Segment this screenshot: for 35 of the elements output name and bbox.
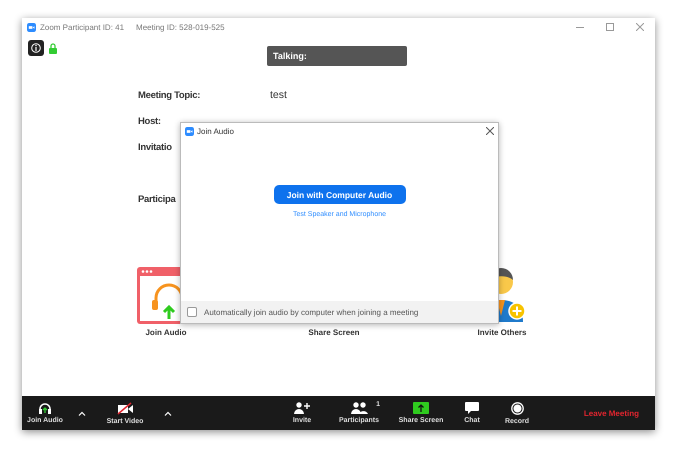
- leave-meeting-button[interactable]: Leave Meeting: [578, 396, 645, 430]
- record-icon: [510, 402, 524, 414]
- close-button[interactable]: [486, 125, 494, 137]
- lock-icon: [49, 42, 57, 54]
- share-screen-icon: [413, 402, 429, 414]
- info-label: Meeting Topic:: [138, 90, 202, 100]
- action-label[interactable]: Share Screen: [308, 328, 360, 337]
- join-computer-audio-button[interactable]: Join with Computer Audio: [274, 185, 406, 204]
- caret-icon: [164, 410, 172, 416]
- chat-icon: [465, 402, 479, 414]
- maximize-icon: [606, 23, 614, 31]
- close-icon: [486, 127, 494, 135]
- close-icon: [636, 23, 644, 31]
- info-label: Invitatio: [138, 142, 173, 152]
- camera-logo-icon: [27, 22, 36, 32]
- info-label: Host:: [138, 116, 162, 126]
- dialog-title: Join Audio: [197, 126, 234, 136]
- video-off-icon: [116, 402, 134, 414]
- action-label[interactable]: Join Audio: [145, 328, 187, 337]
- window-title: Zoom Participant ID: 41: [40, 22, 124, 32]
- info-label: Participa: [138, 194, 177, 204]
- meeting-id: Meeting ID: 528-019-525: [136, 22, 225, 32]
- info-icon: [31, 43, 41, 53]
- camera-logo-icon: [185, 126, 194, 136]
- minimize-icon: [576, 26, 584, 28]
- caret-icon: [78, 410, 86, 416]
- talking-indicator: Talking:: [267, 46, 407, 66]
- auto-join-label: Automatically join audio by computer when joining a meeting: [204, 308, 418, 316]
- auto-join-checkbox[interactable]: [187, 307, 197, 317]
- action-label[interactable]: Invite Others: [478, 328, 526, 337]
- info-button[interactable]: [28, 40, 44, 56]
- info-value: test: [270, 89, 287, 101]
- add-person-icon: [294, 402, 310, 414]
- headphones-icon: [38, 402, 52, 414]
- people-icon: [350, 402, 368, 414]
